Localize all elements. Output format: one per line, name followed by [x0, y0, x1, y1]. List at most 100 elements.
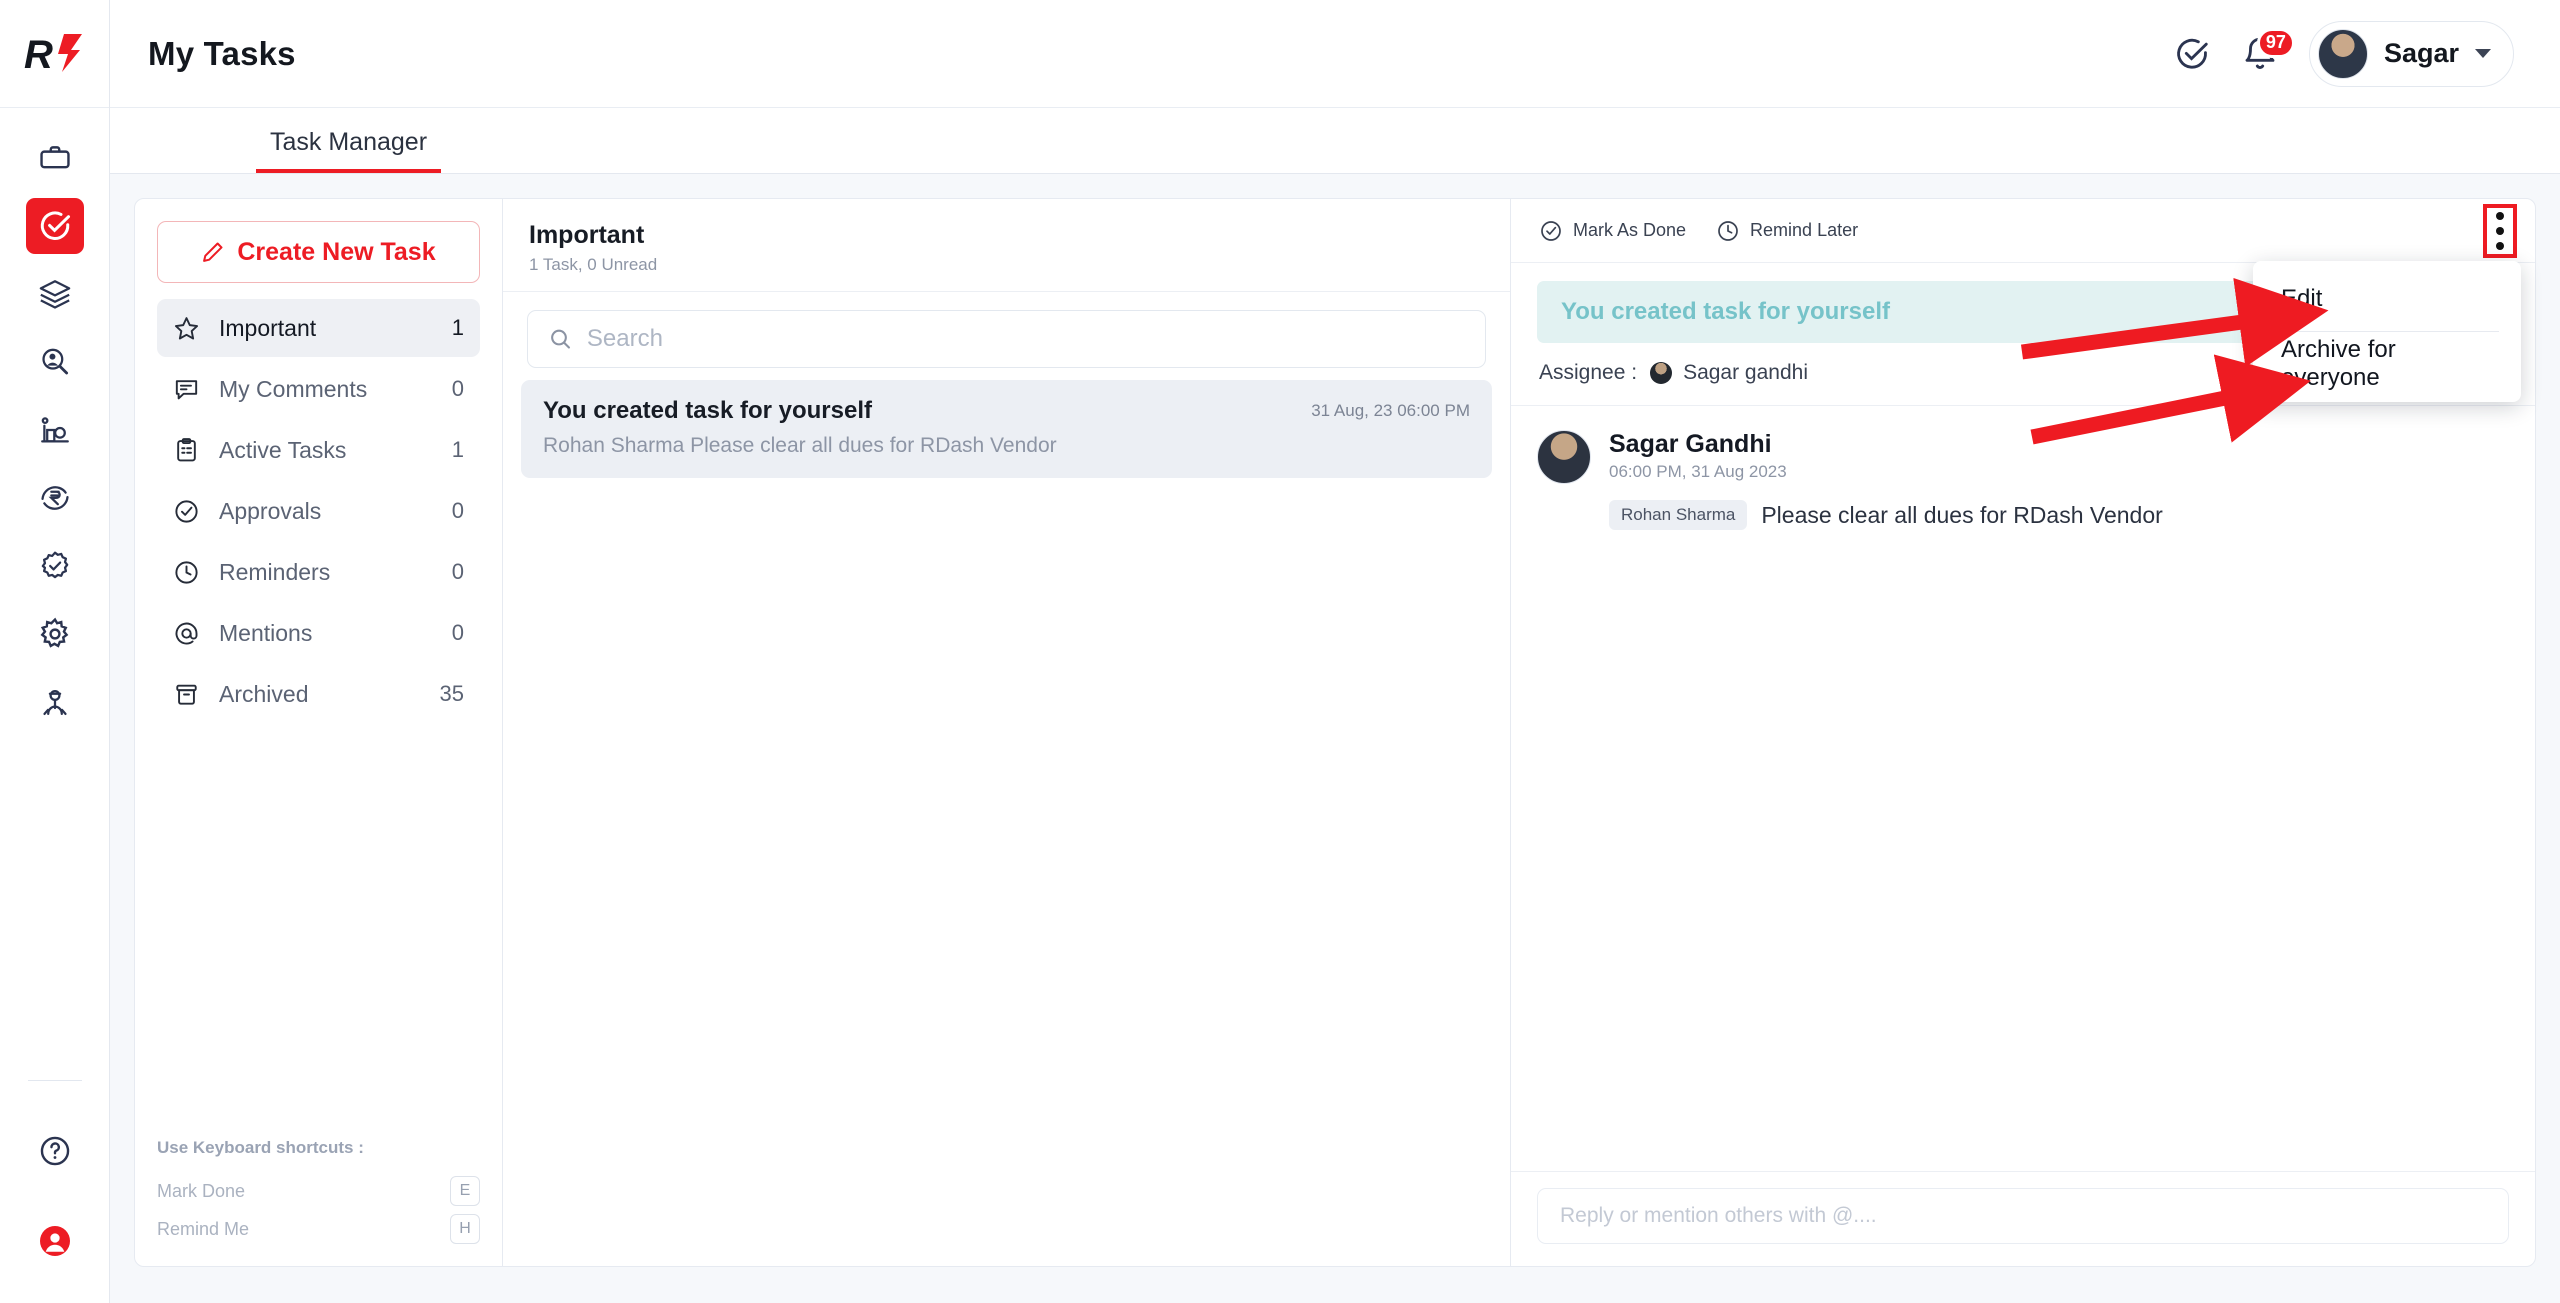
sidebar-item-settings[interactable] [26, 606, 84, 662]
user-name: Sagar [2383, 38, 2459, 68]
menu-item-edit[interactable]: Edit [2253, 267, 2521, 331]
sidebar-item-archived[interactable]: Archived 35 [157, 665, 480, 723]
tab-task-manager[interactable]: Task Manager [256, 128, 442, 173]
tab-bar: Task Manager [110, 108, 2560, 174]
keyboard-shortcuts: Use Keyboard shortcuts : Mark Done E Rem… [157, 1118, 480, 1248]
comment-icon [171, 376, 201, 403]
sidebar-item-my-comments[interactable]: My Comments 0 [157, 360, 480, 418]
star-icon [171, 315, 201, 342]
clock-icon [171, 559, 201, 586]
comment-text: Please clear all dues for RDash Vendor [1761, 501, 2163, 528]
app-logo[interactable]: R [0, 0, 109, 108]
user-profile-menu[interactable]: Sagar [2308, 20, 2514, 87]
filter-count: 0 [451, 498, 464, 523]
filter-label: Archived [219, 680, 309, 707]
reply-input[interactable] [1560, 1204, 2486, 1228]
mark-as-done-label: Mark As Done [1573, 220, 1687, 240]
rupee-icon [40, 486, 69, 510]
search-wrapper [503, 292, 1510, 380]
more-vertical-icon [2496, 241, 2504, 250]
sidebar-item-workforce[interactable] [26, 674, 84, 730]
workspace: Create New Task Important 1 My Comments … [110, 174, 2560, 1303]
sidebar-item-layers[interactable] [26, 266, 84, 322]
sidebar-item-approvals[interactable]: Approvals 0 [157, 482, 480, 540]
page-title: My Tasks [148, 34, 296, 72]
comment-author: Sagar Gandhi [1609, 430, 1772, 458]
create-new-task-label: Create New Task [237, 237, 436, 266]
filter-count: 35 [439, 681, 464, 706]
at-icon [171, 620, 201, 647]
sidebar-item-projects[interactable] [26, 130, 84, 186]
avatar [2317, 28, 2368, 79]
kebab-host [2483, 203, 2517, 258]
filter-label: Reminders [219, 558, 331, 585]
shortcuts-title: Use Keyboard shortcuts : [157, 1138, 364, 1157]
search-input[interactable] [586, 325, 1465, 353]
create-new-task-button[interactable]: Create New Task [157, 221, 480, 283]
notification-badge: 97 [2256, 27, 2295, 58]
task-list-item[interactable]: You created task for yourself 31 Aug, 23… [521, 380, 1492, 478]
sidebar-item-directory[interactable] [26, 334, 84, 390]
task-item-top: You created task for yourself 31 Aug, 23… [543, 397, 1470, 425]
sidebar-item-finance[interactable] [26, 470, 84, 526]
comment-line: Rohan Sharma Please clear all dues for R… [1609, 500, 2163, 530]
detail-action-bar: Mark As Done Remind Later [1511, 199, 2535, 263]
list-title: Important [529, 221, 645, 249]
left-icon-rail: R [0, 0, 110, 1303]
comment-item: Sagar Gandhi 06:00 PM, 31 Aug 2023 Rohan… [1537, 406, 2509, 530]
divider [27, 1080, 82, 1081]
more-vertical-icon [2496, 226, 2504, 235]
check-circle-icon [1541, 220, 1561, 241]
search-icon [551, 329, 570, 349]
avatar [1537, 430, 1591, 484]
list-subtitle: 1 Task, 0 Unread [529, 255, 658, 274]
more-options-button[interactable] [2483, 203, 2517, 258]
filter-label: Approvals [219, 497, 322, 524]
rail-item-list [25, 108, 84, 1080]
menu-item-archive-for-everyone[interactable]: Archive for everyone [2253, 332, 2521, 396]
task-detail-column: Mark As Done Remind Later You created ta… [1511, 199, 2535, 1266]
main-area: My Tasks 97 Sagar Task Manager Create Ne… [110, 0, 2560, 1303]
help-button[interactable] [26, 1123, 84, 1179]
filter-label: Important [219, 314, 317, 341]
help-icon [40, 1136, 69, 1166]
sidebar-item-important[interactable]: Important 1 [157, 299, 480, 357]
layers-icon [39, 280, 70, 309]
shortcut-row: Mark Done E [157, 1172, 480, 1210]
pencil-icon [203, 242, 223, 262]
sidebar-item-reminders[interactable]: Reminders 0 [157, 543, 480, 601]
sidebar-item-approvals[interactable] [26, 538, 84, 594]
clock-icon [1718, 220, 1738, 241]
remind-later-button[interactable]: Remind Later [1716, 219, 1858, 243]
sidebar-item-active-tasks[interactable]: Active Tasks 1 [157, 421, 480, 479]
header-actions: 97 Sagar [2173, 20, 2514, 87]
quick-task-button[interactable] [2173, 35, 2211, 73]
task-list-column: Important 1 Task, 0 Unread Search You cr… [503, 199, 1511, 1266]
filter-list: Important 1 My Comments 0 Active Tasks 1… [157, 299, 480, 723]
people-search-icon [41, 348, 68, 375]
clipboard-icon [171, 437, 201, 464]
worker-icon [42, 689, 67, 716]
sidebar-item-tasks[interactable] [25, 198, 84, 254]
task-list: You created task for yourself 31 Aug, 23… [503, 380, 1510, 478]
support-button[interactable] [26, 1213, 84, 1269]
archive-icon [171, 681, 201, 708]
sidebar-item-analytics[interactable] [26, 402, 84, 458]
app-root: R My Tasks 97 Sagar Task Manager Create … [0, 0, 2560, 1303]
reply-box[interactable] [1537, 1188, 2509, 1244]
shortcut-key: E [450, 1176, 480, 1206]
task-check-icon [40, 211, 70, 240]
analytics-icon [40, 417, 69, 443]
notifications-button[interactable]: 97 [2241, 27, 2295, 73]
comment-timestamp: 06:00 PM, 31 Aug 2023 [1609, 462, 1787, 481]
sidebar-item-mentions[interactable]: Mentions 0 [157, 604, 480, 662]
mention-chip: Rohan Sharma [1609, 500, 1748, 530]
reply-wrapper [1511, 1171, 2535, 1266]
task-item-title: You created task for yourself [543, 397, 872, 424]
filter-label: Mentions [219, 619, 313, 646]
filter-count: 1 [451, 437, 464, 462]
remind-later-label: Remind Later [1750, 220, 1859, 240]
rdash-logo-icon: R [24, 33, 82, 76]
search-box[interactable] [527, 310, 1486, 368]
mark-as-done-button[interactable]: Mark As Done [1539, 219, 1686, 243]
